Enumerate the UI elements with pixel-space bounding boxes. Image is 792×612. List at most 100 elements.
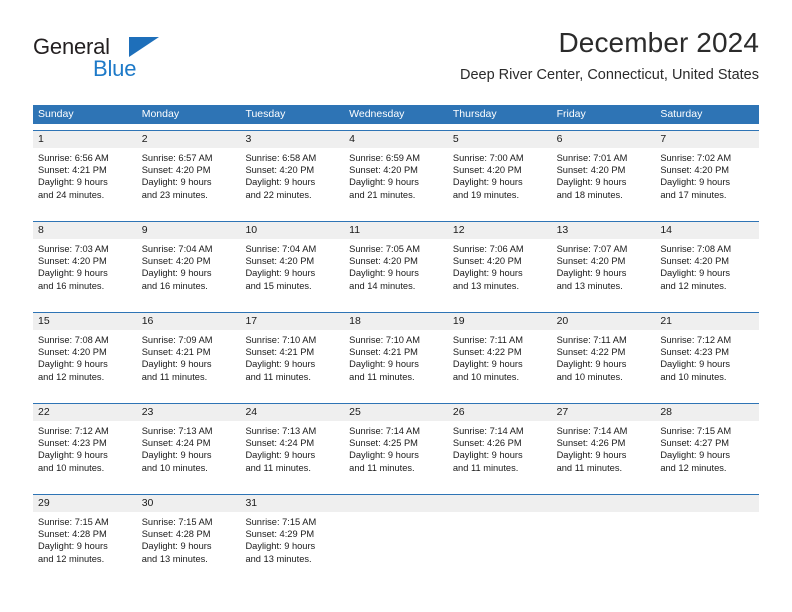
daylight-text-line2: and 13 minutes. xyxy=(556,280,623,291)
blue-triangle-icon xyxy=(129,37,159,57)
calendar-grid: Sunday Monday Tuesday Wednesday Thursday… xyxy=(33,105,759,579)
day-detail-row: Sunrise: 7:03 AM Sunset: 4:20 PM Dayligh… xyxy=(33,239,759,306)
day-number-empty xyxy=(655,495,759,512)
day-cell-empty xyxy=(448,512,552,579)
sunset-text: Sunset: 4:20 PM xyxy=(660,165,730,176)
day-number-row: 1 2 3 4 5 6 7 xyxy=(33,131,759,148)
sunset-text: Sunset: 4:25 PM xyxy=(349,438,418,449)
daylight-text-line1: Daylight: 9 hours xyxy=(452,268,523,279)
daylight-text-line2: and 23 minutes. xyxy=(141,189,208,200)
daylight-text-line2: and 11 minutes. xyxy=(349,371,415,382)
daylight-text-line2: and 19 minutes. xyxy=(452,189,520,200)
daylight-text-line2: and 10 minutes. xyxy=(141,462,208,473)
daylight-text-line2: and 21 minutes. xyxy=(349,189,416,200)
sunset-text: Sunset: 4:24 PM xyxy=(245,438,315,449)
day-number: 1 xyxy=(38,133,44,145)
daylight-text-line2: and 11 minutes. xyxy=(556,462,623,473)
day-cell: Sunrise: 7:07 AM Sunset: 4:20 PM Dayligh… xyxy=(552,239,656,306)
sunset-text: Sunset: 4:20 PM xyxy=(349,165,418,176)
logo-text-blue: Blue xyxy=(93,56,137,81)
sunset-text: Sunset: 4:21 PM xyxy=(141,347,211,358)
day-number-empty xyxy=(552,495,656,512)
daylight-text-line1: Daylight: 9 hours xyxy=(452,177,523,188)
sunrise-text: Sunrise: 7:00 AM xyxy=(452,153,524,163)
daylight-text-line1: Daylight: 9 hours xyxy=(349,177,419,188)
page-header: General Blue December 2024 Deep River Ce… xyxy=(33,26,759,98)
sunrise-text: Sunrise: 7:15 AM xyxy=(141,517,213,527)
day-number-row: 8 9 10 11 12 13 14 xyxy=(33,222,759,239)
day-number: 8 xyxy=(38,224,44,236)
sunset-text: Sunset: 4:29 PM xyxy=(245,529,315,540)
daylight-text-line2: and 16 minutes. xyxy=(141,280,208,291)
daylight-text-line1: Daylight: 9 hours xyxy=(38,177,108,188)
day-number: 31 xyxy=(245,497,258,509)
sunrise-text: Sunrise: 7:14 AM xyxy=(349,426,420,436)
day-cell: Sunrise: 7:08 AM Sunset: 4:20 PM Dayligh… xyxy=(33,330,137,397)
day-detail-row: Sunrise: 7:08 AM Sunset: 4:20 PM Dayligh… xyxy=(33,330,759,397)
daylight-text-line1: Daylight: 9 hours xyxy=(38,359,108,370)
day-number: 12 xyxy=(452,224,465,236)
sunset-text: Sunset: 4:20 PM xyxy=(141,165,211,176)
daylight-text-line2: and 18 minutes. xyxy=(556,189,623,200)
daylight-text-line1: Daylight: 9 hours xyxy=(38,450,108,461)
sunset-text: Sunset: 4:21 PM xyxy=(349,347,418,358)
daylight-text-line2: and 11 minutes. xyxy=(349,462,415,473)
daylight-text-line1: Daylight: 9 hours xyxy=(556,450,627,461)
week-row: 1 2 3 4 5 6 7 Sunrise: 6:56 AM Sunset: 4… xyxy=(33,130,759,215)
day-cell: Sunrise: 6:56 AM Sunset: 4:21 PM Dayligh… xyxy=(33,148,137,215)
sunrise-text: Sunrise: 7:13 AM xyxy=(141,426,213,436)
daylight-text-line1: Daylight: 9 hours xyxy=(245,359,316,370)
weekday-header-saturday: Saturday xyxy=(660,108,703,120)
daylight-text-line1: Daylight: 9 hours xyxy=(245,541,316,552)
day-number: 6 xyxy=(556,133,563,145)
sunset-text: Sunset: 4:27 PM xyxy=(660,438,730,449)
day-cell: Sunrise: 7:14 AM Sunset: 4:26 PM Dayligh… xyxy=(448,421,552,488)
day-cell: Sunrise: 7:11 AM Sunset: 4:22 PM Dayligh… xyxy=(448,330,552,397)
daylight-text-line1: Daylight: 9 hours xyxy=(245,268,316,279)
daylight-text-line2: and 13 minutes. xyxy=(245,553,312,564)
sunrise-text: Sunrise: 7:05 AM xyxy=(349,244,420,254)
daylight-text-line1: Daylight: 9 hours xyxy=(556,359,627,370)
sunrise-text: Sunrise: 7:11 AM xyxy=(452,335,523,345)
week-row: 15 16 17 18 19 20 21 Sunrise: 7:08 AM Su… xyxy=(33,312,759,397)
sunset-text: Sunset: 4:20 PM xyxy=(660,256,730,267)
day-cell-empty xyxy=(344,512,448,579)
sunset-text: Sunset: 4:21 PM xyxy=(245,347,315,358)
day-cell: Sunrise: 6:59 AM Sunset: 4:20 PM Dayligh… xyxy=(344,148,448,215)
day-cell-empty xyxy=(552,512,656,579)
day-cell: Sunrise: 7:10 AM Sunset: 4:21 PM Dayligh… xyxy=(344,330,448,397)
sunset-text: Sunset: 4:28 PM xyxy=(38,529,107,540)
daylight-text-line2: and 14 minutes. xyxy=(349,280,416,291)
day-number: 27 xyxy=(556,406,569,418)
day-number-row: 29 30 31 xyxy=(33,495,759,512)
daylight-text-line2: and 13 minutes. xyxy=(141,553,208,564)
day-cell: Sunrise: 7:13 AM Sunset: 4:24 PM Dayligh… xyxy=(137,421,241,488)
sunrise-text: Sunrise: 7:14 AM xyxy=(452,426,524,436)
daylight-text-line1: Daylight: 9 hours xyxy=(660,359,731,370)
day-number: 16 xyxy=(141,315,154,327)
sunrise-text: Sunrise: 7:13 AM xyxy=(245,426,317,436)
daylight-text-line2: and 11 minutes. xyxy=(245,462,311,473)
daylight-text-line2: and 12 minutes. xyxy=(660,280,727,291)
daylight-text-line1: Daylight: 9 hours xyxy=(660,450,731,461)
daylight-text-line2: and 11 minutes. xyxy=(141,371,208,382)
day-number-empty xyxy=(344,495,448,512)
day-cell: Sunrise: 7:10 AM Sunset: 4:21 PM Dayligh… xyxy=(240,330,344,397)
daylight-text-line2: and 11 minutes. xyxy=(452,462,519,473)
sunset-text: Sunset: 4:20 PM xyxy=(452,165,522,176)
sunrise-text: Sunrise: 7:06 AM xyxy=(452,244,524,254)
day-number: 23 xyxy=(141,406,154,418)
sunrise-text: Sunrise: 7:03 AM xyxy=(38,244,109,254)
day-number: 25 xyxy=(349,406,361,418)
week-row: 29 30 31 Sunrise: 7:15 AM Sunset: 4:28 P… xyxy=(33,494,759,579)
sunrise-text: Sunrise: 7:12 AM xyxy=(660,335,732,345)
day-number: 26 xyxy=(452,406,465,418)
week-row: 22 23 24 25 26 27 28 Sunrise: 7:12 AM Su… xyxy=(33,403,759,488)
day-cell: Sunrise: 7:12 AM Sunset: 4:23 PM Dayligh… xyxy=(655,330,759,397)
sunset-text: Sunset: 4:20 PM xyxy=(141,256,211,267)
day-detail-row: Sunrise: 7:15 AM Sunset: 4:28 PM Dayligh… xyxy=(33,512,759,579)
sunset-text: Sunset: 4:23 PM xyxy=(660,347,730,358)
sunset-text: Sunset: 4:20 PM xyxy=(452,256,522,267)
daylight-text-line2: and 17 minutes. xyxy=(660,189,727,200)
daylight-text-line2: and 15 minutes. xyxy=(245,280,312,291)
